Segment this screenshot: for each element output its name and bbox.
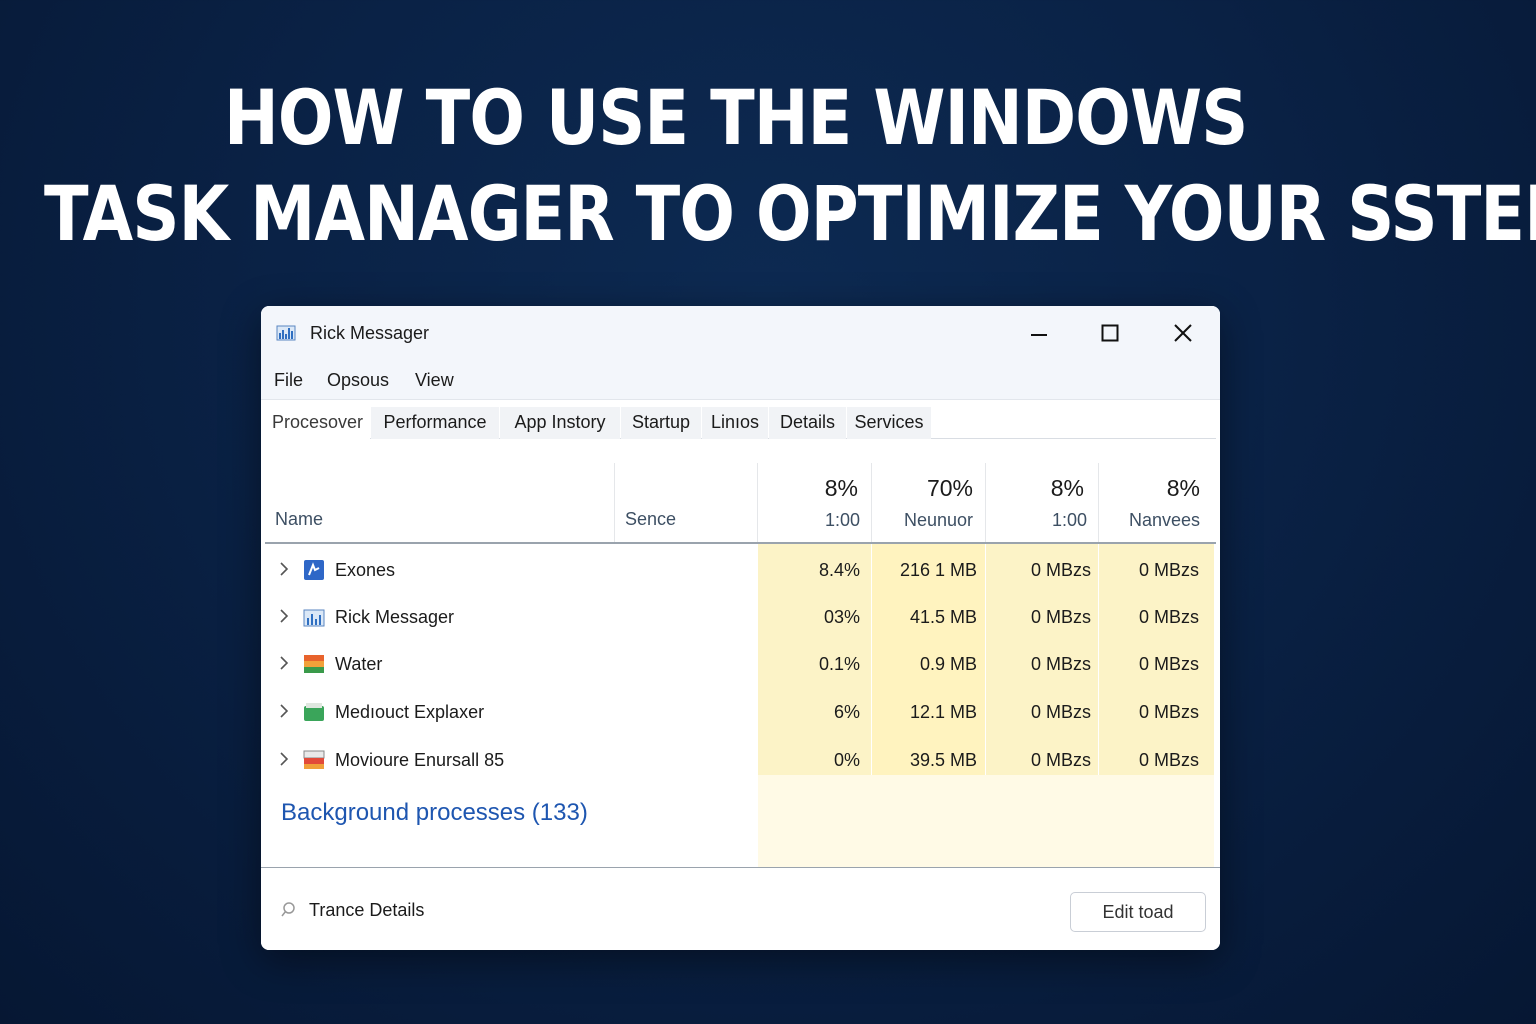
search-icon xyxy=(281,902,295,917)
disk-value: 0 MBzs xyxy=(1030,560,1091,580)
column-header-memory-pct[interactable]: 70% xyxy=(872,475,973,502)
cpu-value: 6% xyxy=(833,702,860,722)
process-name: Medıouct Explaxer xyxy=(335,702,485,722)
cpu-value: 0% xyxy=(833,750,860,770)
process-name: Water xyxy=(335,654,383,674)
chevron-right-icon[interactable] xyxy=(277,606,291,626)
memory-value: 216 1 MB xyxy=(899,560,977,580)
network-value: 0 MBzs xyxy=(1138,607,1199,627)
close-icon xyxy=(1174,324,1192,342)
tab-strip: Procesover Performance App Instory Start… xyxy=(265,407,1216,439)
process-table: Name Sence 8% 1:00 70% Neunuor 8% 1:00 8… xyxy=(261,445,1220,867)
process-name: Rick Messager xyxy=(335,607,455,627)
fewer-details-link[interactable]: Trance Details xyxy=(309,900,424,921)
background-processes-group[interactable]: Background processes (133) xyxy=(281,799,588,827)
column-header-disk-pct[interactable]: 8% xyxy=(986,475,1084,502)
disk-value: 0 MBzs xyxy=(1030,654,1091,674)
chevron-right-icon[interactable] xyxy=(277,653,291,673)
tab-details[interactable]: Details xyxy=(769,407,846,439)
disk-value: 0 MBzs xyxy=(1030,702,1091,722)
memory-value: 41.5 MB xyxy=(909,607,977,627)
network-value: 0 MBzs xyxy=(1138,702,1199,722)
menu-file[interactable]: File xyxy=(274,370,303,391)
column-separator xyxy=(614,463,615,543)
column-header-disk[interactable]: 1:00 xyxy=(986,510,1087,531)
process-name: Exones xyxy=(335,560,396,580)
network-value: 0 MBzs xyxy=(1138,654,1199,674)
column-header-name[interactable]: Name xyxy=(275,509,323,530)
minimize-button[interactable] xyxy=(1019,316,1059,350)
table-row[interactable]: Rick Messager 03% 41.5 MB 0 MBzs 0 MBzs xyxy=(261,594,1220,641)
app-green-icon xyxy=(304,703,324,721)
window-title: Rick Messager xyxy=(310,323,430,343)
tab-users[interactable]: Linıos xyxy=(702,407,768,439)
tab-performance[interactable]: Performance xyxy=(371,407,499,439)
background-group-bg xyxy=(758,775,1214,867)
end-task-button[interactable]: Edit toad xyxy=(1070,892,1206,932)
column-header-cpu-pct[interactable]: 8% xyxy=(758,475,858,502)
column-header-status[interactable]: Sence xyxy=(625,509,676,530)
table-row[interactable]: Movioure Enursall 85 0% 39.5 MB 0 MBzs 0… xyxy=(261,737,1220,784)
maximize-button[interactable] xyxy=(1090,316,1130,350)
table-row[interactable]: Medıouct Explaxer 6% 12.1 MB 0 MBzs 0 MB… xyxy=(261,689,1220,736)
tab-bar: Procesover Performance App Instory Start… xyxy=(261,401,1220,445)
network-value: 0 MBzs xyxy=(1138,560,1199,580)
disk-value: 0 MBzs xyxy=(1030,750,1091,770)
table-row-partial[interactable] xyxy=(261,857,1220,867)
memory-value: 39.5 MB xyxy=(909,750,977,770)
menu-view[interactable]: View xyxy=(415,370,454,391)
task-manager-icon xyxy=(303,609,325,627)
table-row[interactable]: Exones 8.4% 216 1 MB 0 MBzs 0 MBzs xyxy=(261,547,1220,594)
process-name: Movioure Enursall 85 xyxy=(335,750,505,770)
memory-value: 0.9 MB xyxy=(919,654,977,674)
task-manager-icon xyxy=(276,325,296,341)
minimize-icon xyxy=(1031,334,1047,336)
column-header-memory[interactable]: Neunuor xyxy=(872,510,973,531)
column-header-network[interactable]: Nanvees xyxy=(1099,510,1200,531)
task-manager-window: Rick Messager File Opsous View Procesove… xyxy=(261,306,1220,950)
headline-line-2: TASK MANAGER TO OPTIMIZE YOUR SSTEM xyxy=(44,169,1536,258)
menu-options[interactable]: Opsous xyxy=(327,370,389,391)
cpu-value: 8.4% xyxy=(818,560,860,580)
tab-services[interactable]: Services xyxy=(847,407,931,439)
network-value: 0 MBzs xyxy=(1138,750,1199,770)
memory-value: 12.1 MB xyxy=(909,702,977,722)
table-row[interactable]: Water 0.1% 0.9 MB 0 MBzs 0 MBzs xyxy=(261,641,1220,688)
header-divider xyxy=(265,542,1216,544)
disk-value: 0 MBzs xyxy=(1030,607,1091,627)
app-red-icon xyxy=(303,750,325,769)
chevron-right-icon[interactable] xyxy=(277,559,291,579)
headline-line-1: HOW TO USE THE WINDOWS xyxy=(224,73,1248,162)
chevron-right-icon[interactable] xyxy=(277,749,291,769)
cpu-value: 0.1% xyxy=(818,654,860,674)
tab-startup[interactable]: Startup xyxy=(621,407,701,439)
maximize-icon xyxy=(1101,324,1119,342)
menu-bar: File Opsous View xyxy=(261,360,1220,400)
chevron-right-icon[interactable] xyxy=(277,701,291,721)
app-orange-icon xyxy=(304,655,324,673)
cpu-value: 03% xyxy=(823,607,860,627)
column-header-network-pct[interactable]: 8% xyxy=(1099,475,1200,502)
footer-bar: Trance Details Edit toad xyxy=(261,867,1220,950)
close-button[interactable] xyxy=(1163,316,1203,350)
tab-app-history[interactable]: App Instory xyxy=(500,407,620,439)
tab-processes[interactable]: Procesover xyxy=(265,407,370,439)
column-header-cpu[interactable]: 1:00 xyxy=(758,510,860,531)
app-blue-icon xyxy=(304,560,324,580)
title-bar: Rick Messager xyxy=(261,306,1220,360)
